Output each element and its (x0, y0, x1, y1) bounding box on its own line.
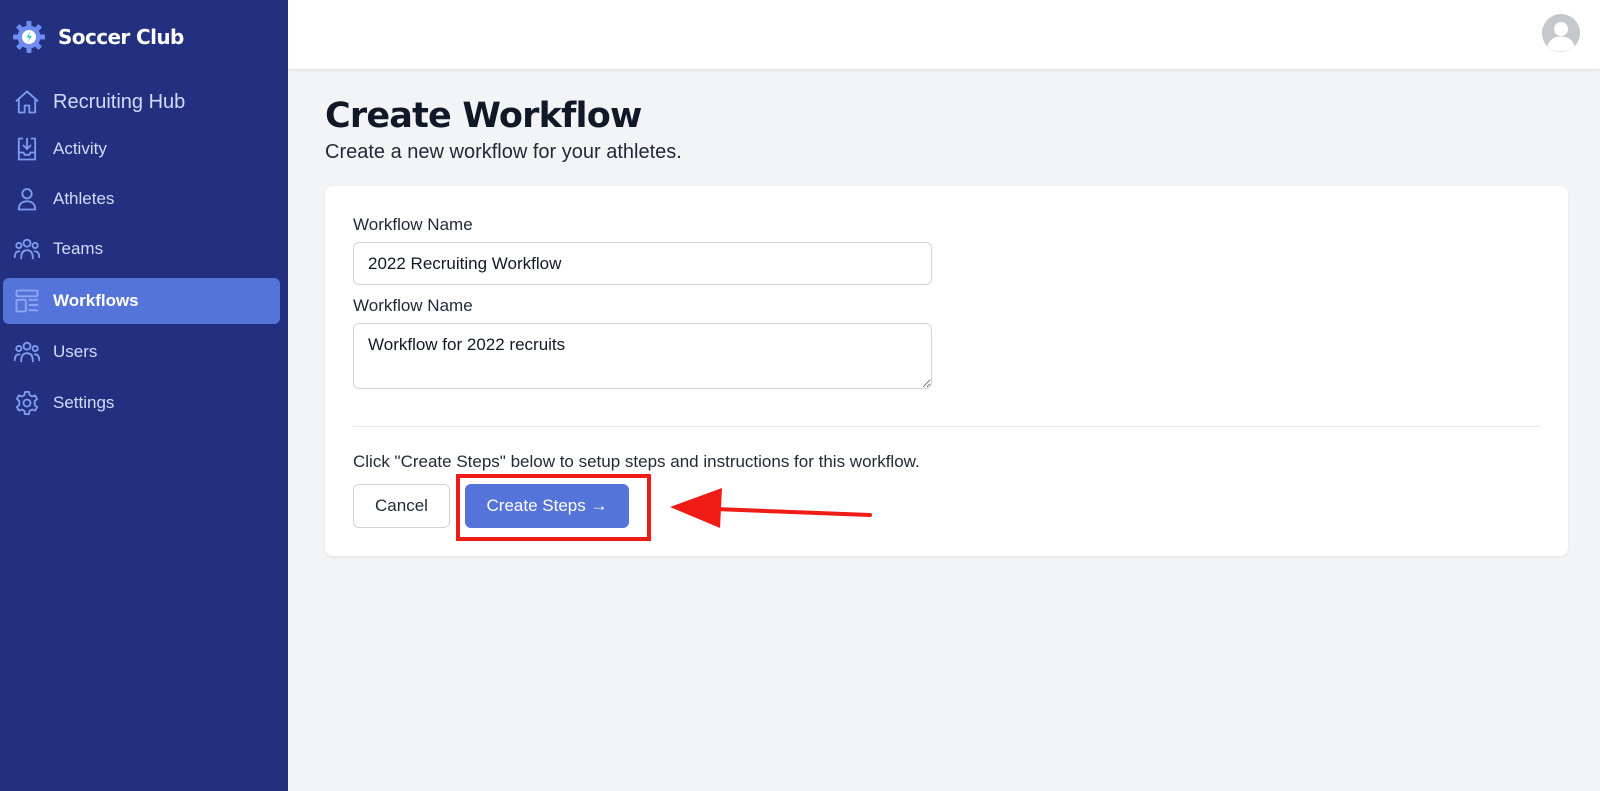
workflow-name-label: Workflow Name (353, 215, 473, 234)
inbox-download-icon (17, 137, 37, 161)
sidebar-item-athletes[interactable]: Athletes (3, 176, 280, 222)
sidebar-item-users[interactable]: Users (3, 329, 280, 375)
sidebar-item-label: Recruiting Hub (53, 90, 186, 113)
sidebar-item-teams[interactable]: Teams (3, 226, 280, 272)
brand[interactable]: Soccer Club (12, 20, 184, 54)
user-group-icon (13, 341, 41, 363)
user-icon (17, 188, 37, 211)
sidebar-item-label: Users (53, 342, 98, 361)
sidebar-item-label: Athletes (53, 189, 115, 208)
sidebar-item-label: Activity (53, 139, 107, 158)
user-avatar-icon[interactable] (1542, 14, 1580, 52)
template-icon (15, 289, 39, 313)
sidebar-item-label: Settings (53, 393, 115, 412)
sidebar-item-label: Workflows (53, 291, 139, 310)
sidebar-item-settings[interactable]: Settings (3, 380, 280, 426)
annotation-highlight-box (456, 474, 651, 541)
app-name: Soccer Club (58, 25, 184, 49)
gear-icon (15, 390, 39, 416)
sidebar-item-activity[interactable]: Activity (3, 126, 280, 172)
sidebar: Soccer Club Recruiting Hub Activity Athl… (0, 0, 288, 791)
workflow-description-textarea[interactable]: Workflow for 2022 recruits (353, 323, 932, 389)
user-group-icon (13, 238, 41, 260)
cancel-button[interactable]: Cancel (353, 484, 450, 528)
top-bar (288, 0, 1600, 70)
sidebar-item-workflows[interactable]: Workflows (3, 278, 280, 324)
sidebar-item-label: Teams (53, 239, 104, 258)
divider (353, 426, 1540, 427)
page-subtitle: Create a new workflow for your athletes. (325, 141, 682, 163)
sidebar-item-recruiting-hub[interactable]: Recruiting Hub (3, 79, 280, 125)
workflow-name-input[interactable] (353, 242, 932, 285)
gear-logo-icon (13, 21, 45, 53)
create-steps-hint: Click "Create Steps" below to setup step… (353, 452, 920, 471)
annotation-arrow-icon (670, 488, 872, 528)
home-icon (15, 90, 39, 114)
page-title: Create Workflow (325, 96, 642, 136)
workflow-description-label: Workflow Name (353, 296, 473, 315)
